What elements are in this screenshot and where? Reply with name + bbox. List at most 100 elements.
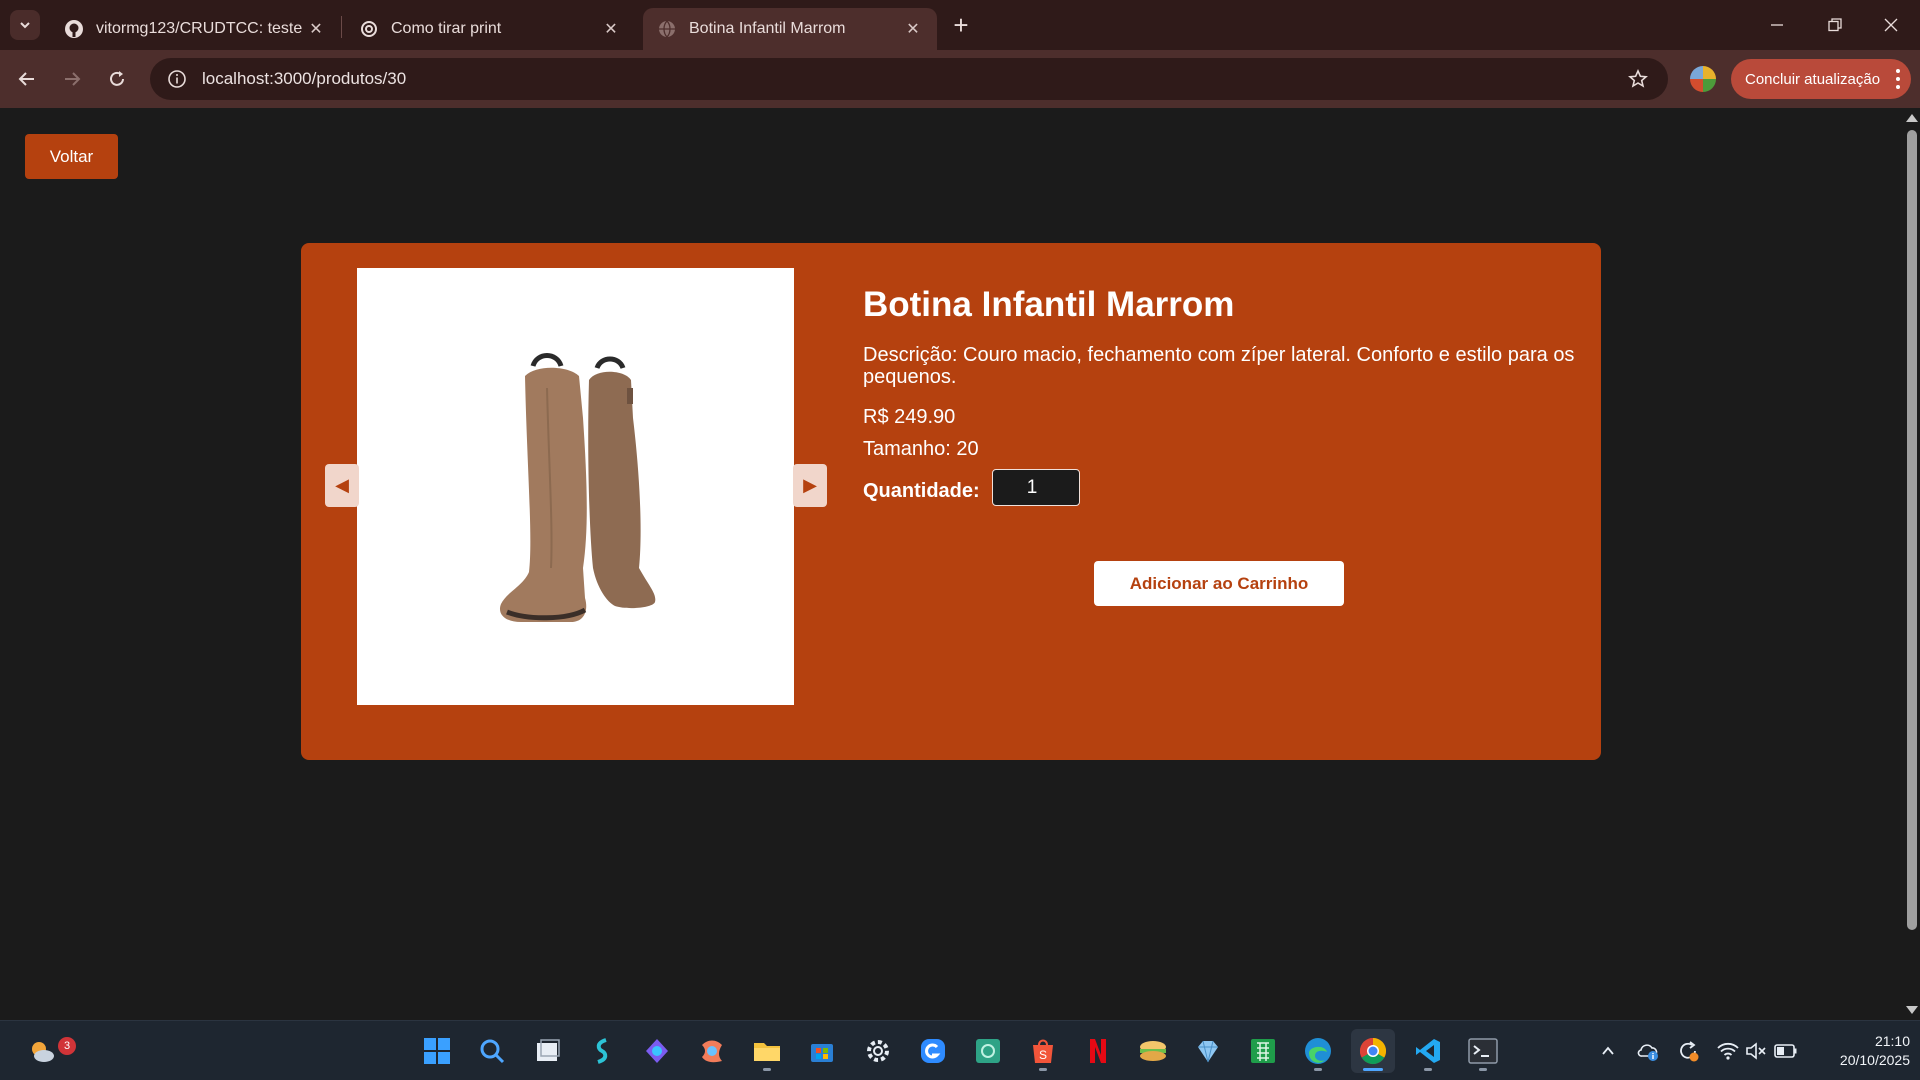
tab-botina-infantil[interactable]: Botina Infantil Marrom ✕ bbox=[643, 8, 937, 50]
page-scrollbar[interactable] bbox=[1903, 108, 1920, 1020]
vscode-icon bbox=[1416, 1039, 1440, 1063]
browser-toolbar: localhost:3000/produtos/30 Concluir atua… bbox=[0, 50, 1920, 108]
copilot-icon bbox=[646, 1039, 668, 1063]
taskbar-screen-app[interactable] bbox=[966, 1029, 1010, 1073]
s-app-icon bbox=[596, 1038, 608, 1064]
minimize-button[interactable] bbox=[1748, 0, 1806, 50]
chevron-down-icon bbox=[20, 22, 30, 29]
back-button[interactable] bbox=[10, 62, 44, 96]
scrollbar-thumb[interactable] bbox=[1907, 130, 1917, 930]
chevron-up-icon bbox=[1602, 1046, 1614, 1055]
screen-app-icon bbox=[976, 1039, 1000, 1063]
taskbar-netflix[interactable] bbox=[1076, 1029, 1120, 1073]
more-options-icon[interactable] bbox=[1895, 67, 1901, 91]
url-text[interactable]: localhost:3000/produtos/30 bbox=[202, 69, 1618, 89]
site-info-icon[interactable] bbox=[156, 58, 198, 100]
start-button[interactable] bbox=[415, 1029, 459, 1073]
reload-button[interactable] bbox=[100, 62, 134, 96]
cloud-status-tray[interactable] bbox=[1636, 1039, 1660, 1063]
taskbar-vscode[interactable] bbox=[1406, 1029, 1450, 1073]
add-to-cart-button[interactable]: Adicionar ao Carrinho bbox=[1094, 561, 1344, 606]
page-viewport: Voltar ◀ ▶ Botina Infantil Marrom Descri… bbox=[0, 108, 1920, 1020]
taskbar-gx-app[interactable] bbox=[911, 1029, 955, 1073]
svg-text:S: S bbox=[1039, 1048, 1047, 1062]
sync-icon bbox=[1680, 1041, 1699, 1062]
netflix-icon bbox=[1090, 1039, 1106, 1063]
tab-search-button[interactable] bbox=[10, 10, 40, 40]
taskbar-search[interactable] bbox=[470, 1029, 514, 1073]
globe-icon bbox=[657, 19, 677, 39]
sandwich-app-icon bbox=[1140, 1041, 1166, 1061]
taskbar-app-s[interactable] bbox=[580, 1029, 624, 1073]
notification-badge: 3 bbox=[58, 1037, 76, 1055]
arrow-left-icon: ◀ bbox=[335, 475, 349, 495]
bookmark-star-icon[interactable] bbox=[1618, 59, 1658, 99]
scroll-up-icon[interactable] bbox=[1906, 114, 1918, 122]
ms-store-icon bbox=[811, 1044, 833, 1062]
settings-icon bbox=[867, 1040, 889, 1062]
arrow-right-icon bbox=[65, 72, 81, 86]
restore-button[interactable] bbox=[1806, 0, 1864, 50]
shopee-icon: S bbox=[1033, 1039, 1053, 1063]
show-hidden-icons-button[interactable] bbox=[1596, 1039, 1620, 1063]
carousel-prev-button[interactable]: ◀ bbox=[325, 464, 359, 507]
taskbar-store[interactable] bbox=[800, 1029, 844, 1073]
battery-tray[interactable] bbox=[1774, 1039, 1798, 1063]
taskbar-copilot-2[interactable] bbox=[690, 1029, 734, 1073]
taskbar-file-explorer[interactable] bbox=[745, 1029, 789, 1073]
taskbar-settings[interactable] bbox=[856, 1029, 900, 1073]
brown-boots-icon bbox=[499, 353, 656, 622]
taskbar-spreadsheet-app[interactable] bbox=[1241, 1029, 1285, 1073]
volume-tray[interactable] bbox=[1744, 1039, 1768, 1063]
scroll-down-icon[interactable] bbox=[1906, 1006, 1918, 1014]
product-title: Botina Infantil Marrom bbox=[863, 285, 1235, 324]
tab-title: Botina Infantil Marrom bbox=[689, 20, 846, 37]
running-indicator bbox=[1479, 1068, 1487, 1071]
quantity-label: Quantidade: bbox=[863, 480, 980, 502]
tab-github[interactable]: vitormg123/CRUDTCC: teste co ✕ bbox=[50, 8, 340, 50]
arrow-right-icon: ▶ bbox=[803, 475, 817, 495]
plus-icon: + bbox=[953, 10, 969, 40]
file-explorer-icon bbox=[754, 1043, 780, 1061]
task-view-button[interactable] bbox=[525, 1029, 569, 1073]
copilot-colorful-icon bbox=[702, 1040, 722, 1063]
taskbar-sandwich-app[interactable] bbox=[1131, 1029, 1175, 1073]
clock-date: 20/10/2025 bbox=[1839, 1052, 1910, 1068]
close-icon[interactable]: ✕ bbox=[903, 19, 923, 39]
carousel-next-button[interactable]: ▶ bbox=[793, 464, 827, 507]
clock[interactable]: 21:10 20/10/2025 bbox=[1810, 1032, 1910, 1070]
close-window-button[interactable] bbox=[1862, 0, 1920, 50]
profile-avatar[interactable] bbox=[1690, 66, 1716, 92]
sync-tray[interactable] bbox=[1676, 1039, 1700, 1063]
taskbar-chrome[interactable] bbox=[1351, 1029, 1395, 1073]
openai-icon bbox=[359, 19, 379, 39]
weather-widget[interactable]: 3 bbox=[20, 1029, 76, 1073]
close-icon[interactable]: ✕ bbox=[601, 19, 621, 39]
running-indicator bbox=[763, 1068, 771, 1071]
back-link-button[interactable]: Voltar bbox=[25, 134, 118, 179]
taskbar-diamond-app[interactable] bbox=[1186, 1029, 1230, 1073]
terminal-icon bbox=[1468, 1038, 1498, 1064]
start-icon bbox=[424, 1038, 450, 1064]
product-description: Descrição: Couro macio, fechamento com z… bbox=[863, 344, 1575, 388]
update-button[interactable]: Concluir atualização bbox=[1731, 59, 1911, 99]
quantity-input[interactable] bbox=[992, 469, 1080, 506]
wifi-tray[interactable] bbox=[1716, 1039, 1740, 1063]
close-icon[interactable]: ✕ bbox=[306, 19, 326, 39]
taskbar-terminal[interactable] bbox=[1461, 1029, 1505, 1073]
taskbar-shopee[interactable]: S bbox=[1021, 1029, 1065, 1073]
gx-app-icon bbox=[921, 1039, 945, 1063]
new-tab-button[interactable]: + bbox=[946, 10, 976, 40]
forward-button[interactable] bbox=[55, 62, 89, 96]
taskbar-copilot[interactable] bbox=[635, 1029, 679, 1073]
cloud-info-icon bbox=[1637, 1044, 1658, 1061]
product-price: R$ 249.90 bbox=[863, 406, 956, 428]
address-bar[interactable]: localhost:3000/produtos/30 bbox=[150, 58, 1668, 100]
running-indicator bbox=[1363, 1068, 1383, 1071]
wifi-icon bbox=[1717, 1042, 1739, 1060]
chrome-icon bbox=[1359, 1037, 1387, 1065]
tab-como-tirar-print[interactable]: Como tirar print ✕ bbox=[345, 8, 635, 50]
taskbar-edge[interactable] bbox=[1296, 1029, 1340, 1073]
running-indicator bbox=[1424, 1068, 1432, 1071]
github-icon bbox=[64, 19, 84, 39]
